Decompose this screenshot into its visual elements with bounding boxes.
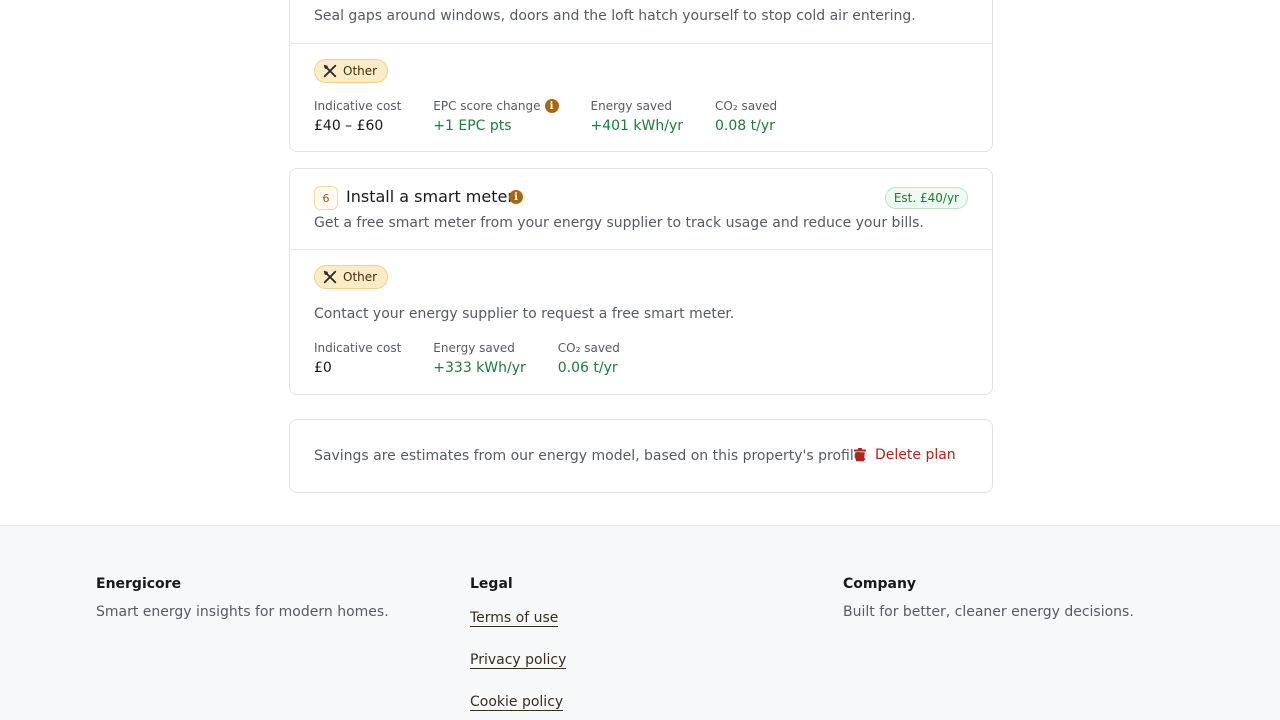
info-icon[interactable]: i [544, 99, 559, 113]
metric-label: Energy saved [590, 99, 673, 113]
recommendation-description: Get a free smart meter from your energy … [314, 215, 924, 231]
footer-company-text: Built for better, cleaner energy decisio… [843, 604, 1134, 620]
metric-epc-change: EPC score change i +1 EPC pts [433, 98, 559, 134]
recommendation-title-text: Install a smart meter [346, 187, 514, 206]
footer-company-column: Company Built for better, cleaner energy… [843, 576, 1134, 620]
tools-icon [323, 64, 337, 78]
footer-company-heading: Company [843, 576, 917, 592]
footer-brand-heading: Energicore [96, 576, 182, 592]
metric-label: CO₂ saved [557, 341, 620, 355]
metric-value: £40 – £60 [314, 118, 384, 134]
metric-label: CO₂ saved [715, 99, 778, 113]
metric-value: 0.06 t/yr [557, 360, 618, 376]
category-label: Other [343, 270, 378, 284]
terms-of-use-link[interactable]: Terms of use [470, 610, 559, 627]
plan-footer: Savings are estimates from our energy mo… [289, 419, 993, 493]
step-number-badge: 6 [314, 186, 338, 210]
metric-indicative-cost: Indicative cost £0 [314, 340, 401, 376]
recommendation-description: Seal gaps around windows, doors and the … [314, 8, 916, 24]
recommendation-title: Install a smart meter i [346, 187, 523, 206]
metric-value: +401 kWh/yr [590, 118, 683, 134]
metric-energy-saved: Energy saved +401 kWh/yr [591, 98, 683, 134]
footer-brand-column: Energicore Smart energy insights for mod… [96, 576, 389, 620]
site-footer: Energicore Smart energy insights for mod… [0, 525, 1280, 720]
metric-value: 0.08 t/yr [715, 118, 775, 134]
info-icon[interactable]: i [509, 190, 523, 204]
metric-co2-saved: CO₂ saved 0.08 t/yr [715, 98, 777, 134]
metric-label: EPC score change [433, 99, 541, 113]
recommendation-header: 6 Install a smart meter i Est. £40/yr Ge… [290, 169, 992, 250]
category-label: Other [343, 64, 378, 78]
privacy-policy-link[interactable]: Privacy policy [470, 652, 567, 669]
recommendation-card: 6 Install a smart meter i Est. £40/yr Ge… [289, 168, 993, 395]
recommendation-header: Seal gaps around windows, doors and the … [290, 0, 992, 44]
metrics-row: Indicative cost £0 Energy saved +333 kWh… [314, 340, 652, 376]
metric-label: Indicative cost [314, 341, 402, 355]
trash-icon [854, 448, 866, 462]
category-badge: Other [314, 59, 389, 83]
metric-co2-saved: CO₂ saved 0.06 t/yr [558, 340, 620, 376]
cookie-policy-link[interactable]: Cookie policy [470, 694, 564, 711]
recommendation-card: Seal gaps around windows, doors and the … [289, 0, 993, 152]
footer-legal-column: Legal Terms of use Privacy policy Cookie… [470, 576, 567, 711]
delete-plan-label: Delete plan [875, 447, 956, 463]
metric-indicative-cost: Indicative cost £40 – £60 [314, 98, 401, 134]
metric-value: £0 [314, 360, 332, 376]
metric-label-row: EPC score change i [433, 98, 559, 114]
category-badge: Other [314, 265, 389, 289]
footer-legal-heading: Legal [470, 576, 513, 592]
metric-value: +1 EPC pts [433, 118, 512, 134]
metrics-row: Indicative cost £40 – £60 EPC score chan… [314, 98, 809, 134]
metric-label: Energy saved [433, 341, 515, 355]
footer-brand-tagline: Smart energy insights for modern homes. [96, 604, 389, 620]
metric-label: Indicative cost [314, 99, 402, 113]
tools-icon [323, 270, 337, 284]
delete-plan-button[interactable]: Delete plan [853, 447, 956, 463]
metric-energy-saved: Energy saved +333 kWh/yr [433, 340, 525, 376]
recommendation-note: Contact your energy supplier to request … [314, 306, 735, 322]
estimate-badge: Est. £40/yr [884, 187, 968, 209]
metric-value: +333 kWh/yr [433, 360, 526, 376]
savings-disclaimer: Savings are estimates from our energy mo… [314, 448, 867, 464]
